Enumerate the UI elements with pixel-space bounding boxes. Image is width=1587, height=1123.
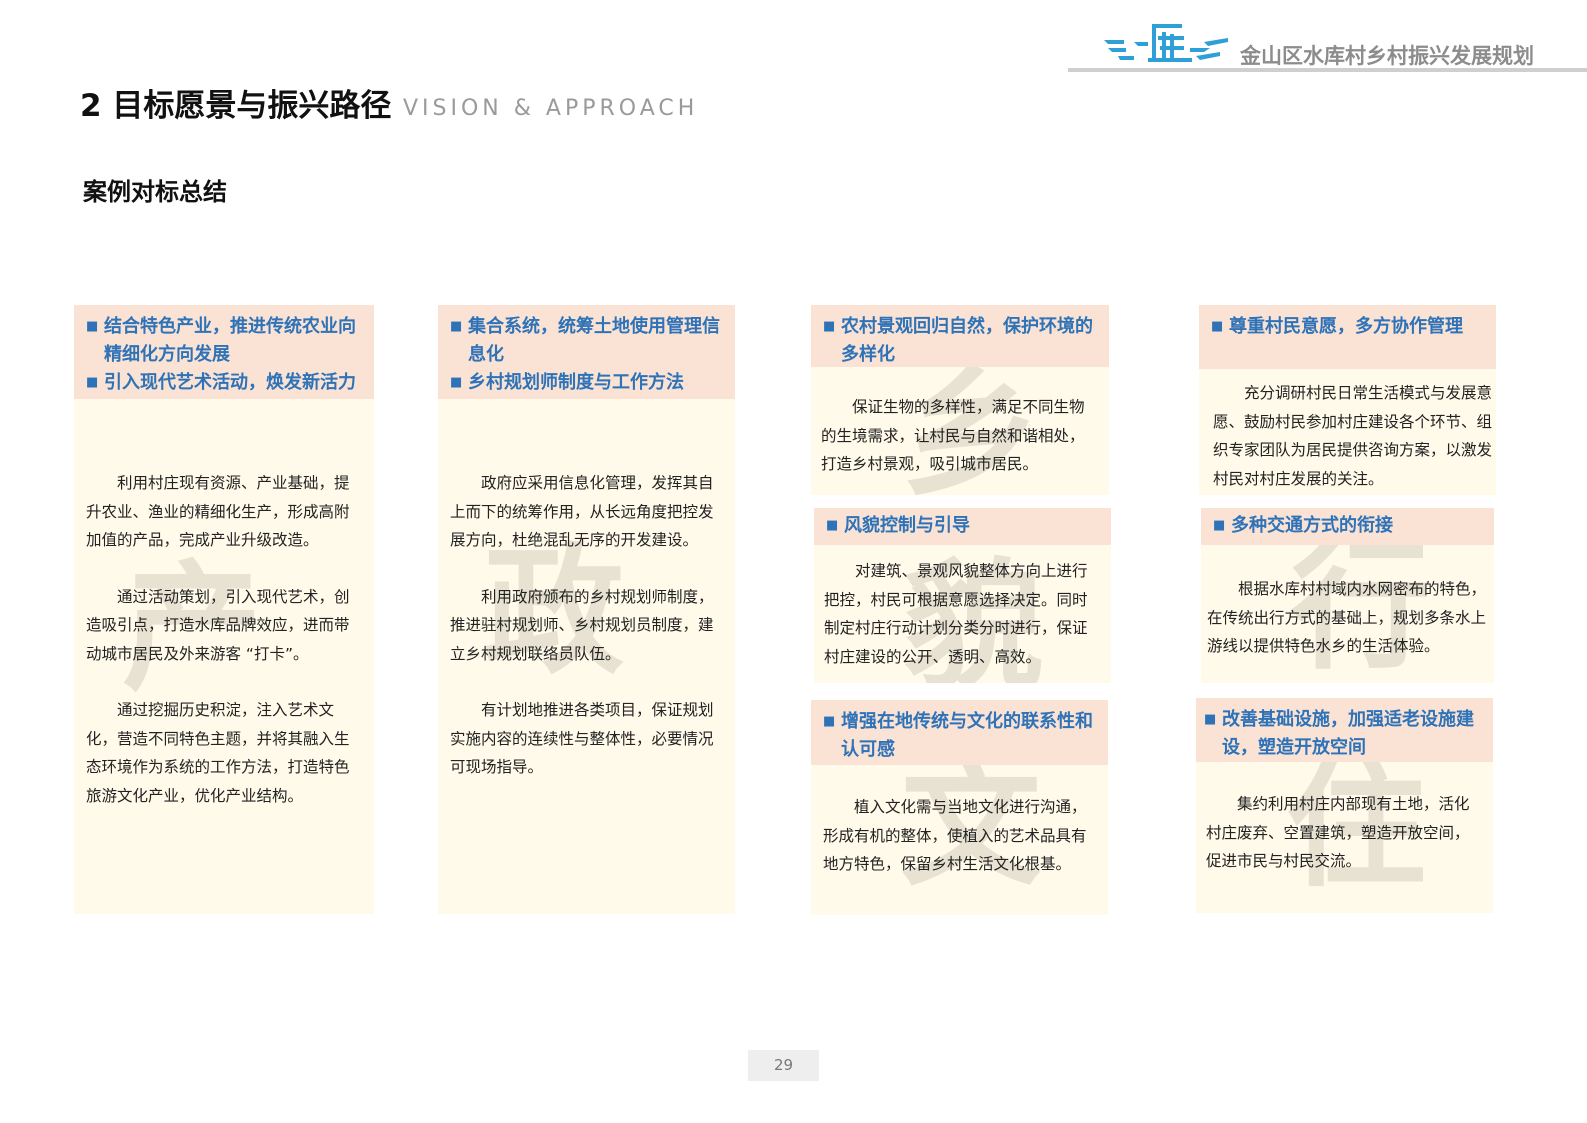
case-card-industry: 产 结合特色产业，推进传统农业向精细化方向发展 引入现代艺术活动，焕发新活力 利…	[74, 305, 374, 914]
card-heading: 农村景观回归自然，保护环境的多样化	[811, 305, 1109, 367]
header-divider	[1068, 68, 1587, 72]
heading-line: 尊重村民意愿，多方协作管理	[1211, 313, 1486, 341]
card-body: 根据水库村村域内水网密布的特色，在传统出行方式的基础上，规划多条水上游线以提供特…	[1201, 545, 1494, 661]
body-paragraph: 利用政府颁布的乡村规划师制度，推进驻村规划师、乡村规划员制度，建立乡村规划联络员…	[450, 587, 714, 663]
body-paragraph: 植入文化需与当地文化进行沟通，形成有机的整体，使植入的艺术品具有地方特色，保留乡…	[823, 798, 1087, 873]
body-paragraph: 政府应采用信息化管理，发挥其自上而下的统筹作用，从长远角度把控发展方向，杜绝混乱…	[450, 474, 714, 549]
body-paragraph: 根据水库村村域内水网密布的特色，在传统出行方式的基础上，规划多条水上游线以提供特…	[1207, 580, 1487, 655]
body-paragraph: 对建筑、景观风貌整体方向上进行把控，村民可根据意愿选择决定。同时制定村庄行动计划…	[824, 562, 1088, 666]
card-body: 对建筑、景观风貌整体方向上进行把控，村民可根据意愿选择决定。同时制定村庄行动计划…	[814, 545, 1111, 671]
case-card-transport: 行 多种交通方式的衔接 根据水库村村域内水网密布的特色，在传统出行方式的基础上，…	[1201, 508, 1494, 683]
heading-line: 集合系统，统筹土地使用管理信息化	[450, 313, 725, 369]
card-heading: 尊重村民意愿，多方协作管理	[1199, 305, 1496, 369]
card-body: 保证生物的多样性，满足不同生物的生境需求，让村民与自然和谐相处，打造乡村景观，吸…	[811, 367, 1109, 479]
body-paragraph: 利用村庄现有资源、产业基础，提升农业、渔业的精细化生产，形成高附加值的产品，完成…	[86, 474, 350, 549]
section-subtitle: 案例对标总结	[83, 178, 227, 206]
heading-line: 风貌控制与引导	[826, 512, 1101, 540]
card-heading: 改善基础设施，加强适老设施建设，塑造开放空间	[1196, 698, 1493, 762]
card-body: 利用村庄现有资源、产业基础，提升农业、渔业的精细化生产，形成高附加值的产品，完成…	[74, 399, 374, 810]
card-heading: 风貌控制与引导	[814, 508, 1111, 545]
heading-line: 乡村规划师制度与工作方法	[450, 369, 725, 397]
heading-line: 结合特色产业，推进传统农业向精细化方向发展	[86, 313, 364, 369]
page-number: 29	[748, 1050, 819, 1081]
case-card-policy: 政 集合系统，统筹土地使用管理信息化 乡村规划师制度与工作方法 政府应采用信息化…	[438, 305, 735, 914]
heading-line: 引入现代艺术活动，焕发新活力	[86, 369, 364, 397]
card-body: 集约利用村庄内部现有土地，活化村庄废弃、空置建筑，塑造开放空间，促进市民与村民交…	[1196, 762, 1493, 876]
case-card-villagers: 尊重村民意愿，多方协作管理 充分调研村民日常生活模式与发展意愿、鼓励村民参加村庄…	[1199, 305, 1496, 495]
card-heading: 增强在地传统与文化的联系性和认可感	[811, 700, 1108, 765]
body-paragraph: 有计划地推进各类项目，保证规划实施内容的连续性与整体性，必要情况可现场指导。	[450, 701, 714, 776]
heading-line: 改善基础设施，加强适老设施建设，塑造开放空间	[1204, 706, 1483, 762]
section-title: 2 目标愿景与振兴路径	[80, 88, 392, 124]
case-card-landscape: 乡 农村景观回归自然，保护环境的多样化 保证生物的多样性，满足不同生物的生境需求…	[811, 305, 1109, 495]
case-card-infrastructure: 住 改善基础设施，加强适老设施建设，塑造开放空间 集约利用村庄内部现有土地，活化…	[1196, 698, 1493, 913]
card-body: 植入文化需与当地文化进行沟通，形成有机的整体，使植入的艺术品具有地方特色，保留乡…	[811, 765, 1108, 879]
document-title: 金山区水库村乡村振兴发展规划	[1240, 44, 1534, 68]
body-paragraph: 保证生物的多样性，满足不同生物的生境需求，让村民与自然和谐相处，打造乡村景观，吸…	[821, 398, 1085, 473]
section-title-english: VISION & APPROACH	[403, 96, 699, 121]
case-card-culture: 文 增强在地传统与文化的联系性和认可感 植入文化需与当地文化进行沟通，形成有机的…	[811, 700, 1108, 915]
card-heading: 集合系统，统筹土地使用管理信息化 乡村规划师制度与工作方法	[438, 305, 735, 399]
logo-icon	[1104, 24, 1228, 62]
body-paragraph: 通过挖掘历史积淀，注入艺术文化，营造不同特色主题，并将其融入生态环境作为系统的工…	[86, 701, 350, 805]
heading-line: 增强在地传统与文化的联系性和认可感	[823, 708, 1098, 764]
card-heading: 多种交通方式的衔接	[1201, 508, 1494, 545]
logo	[1104, 22, 1230, 66]
case-card-appearance: 貌 风貌控制与引导 对建筑、景观风貌整体方向上进行把控，村民可根据意愿选择决定。…	[814, 508, 1111, 683]
card-body: 充分调研村民日常生活模式与发展意愿、鼓励村民参加村庄建设各个环节、组织专家团队为…	[1199, 369, 1496, 493]
body-paragraph: 集约利用村庄内部现有土地，活化村庄废弃、空置建筑，塑造开放空间，促进市民与村民交…	[1206, 795, 1470, 870]
card-body: 政府应采用信息化管理，发挥其自上而下的统筹作用，从长远角度把控发展方向，杜绝混乱…	[438, 399, 735, 782]
body-paragraph: 充分调研村民日常生活模式与发展意愿、鼓励村民参加村庄建设各个环节、组织专家团队为…	[1213, 384, 1493, 488]
body-paragraph: 通过活动策划，引入现代艺术，创造吸引点，打造水库品牌效应，进而带动城市居民及外来…	[86, 587, 350, 663]
card-heading: 结合特色产业，推进传统农业向精细化方向发展 引入现代艺术活动，焕发新活力	[74, 305, 374, 399]
heading-line: 农村景观回归自然，保护环境的多样化	[823, 313, 1099, 369]
heading-line: 多种交通方式的衔接	[1213, 512, 1484, 540]
